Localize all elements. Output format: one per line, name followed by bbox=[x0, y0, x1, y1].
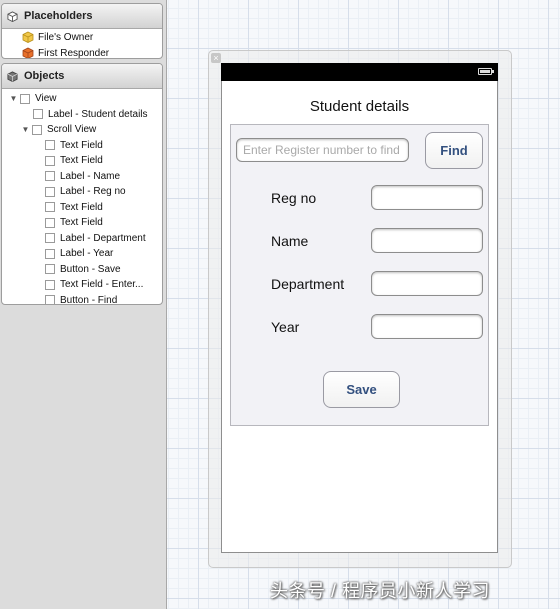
watermark: 头条号 / 程序员小新人学习 bbox=[270, 581, 491, 601]
label-object-icon bbox=[45, 171, 55, 182]
tree-item-label: Scroll View bbox=[47, 124, 97, 136]
placeholders-section: Placeholders File's Owner First Responde… bbox=[1, 3, 163, 59]
department-label[interactable]: Department bbox=[271, 276, 344, 292]
cube-icon bbox=[7, 10, 18, 22]
placeholder-label: File's Owner bbox=[38, 31, 94, 43]
label-object-icon bbox=[45, 186, 55, 197]
tree-item-view[interactable]: ▼ View bbox=[2, 91, 162, 107]
reg-no-label[interactable]: Reg no bbox=[271, 190, 316, 206]
tree-item-label: Text Field bbox=[60, 155, 103, 167]
tree-item-scroll-view[interactable]: ▼ Scroll View bbox=[2, 122, 162, 138]
tree-item-label: Text Field - Enter... bbox=[60, 279, 144, 291]
tree-item-text-field-enter[interactable]: Text Field - Enter... bbox=[2, 277, 162, 293]
objects-header[interactable]: Objects bbox=[2, 64, 162, 89]
tree-item-label: Label - Reg no bbox=[60, 186, 126, 198]
tree-item-label: Label - Student details bbox=[48, 108, 148, 120]
text-field-object-icon bbox=[45, 155, 55, 166]
scroll-view-object-icon bbox=[32, 124, 42, 135]
tree-item-label-year[interactable]: Label - Year bbox=[2, 246, 162, 262]
register-number-search-input[interactable] bbox=[236, 138, 409, 162]
objects-section: Objects ▼ View Label - Student details ▼… bbox=[1, 63, 163, 305]
first-responder-cube-icon bbox=[22, 47, 34, 58]
objects-tree: ▼ View Label - Student details ▼ Scroll … bbox=[2, 89, 162, 305]
tree-item-text-field[interactable]: Text Field bbox=[2, 153, 162, 169]
status-bar bbox=[221, 63, 498, 81]
text-field-object-icon bbox=[45, 217, 55, 228]
document-outline-panel: Placeholders File's Owner First Responde… bbox=[0, 0, 167, 609]
tree-item-label: Text Field bbox=[60, 201, 103, 213]
placeholder-first-responder[interactable]: First Responder bbox=[2, 45, 162, 59]
tree-item-button-save[interactable]: Button - Save bbox=[2, 262, 162, 278]
button-object-icon bbox=[45, 264, 55, 275]
label-object-icon bbox=[45, 233, 55, 244]
disclosure-triangle-icon[interactable]: ▼ bbox=[9, 94, 18, 103]
files-owner-cube-icon bbox=[22, 31, 34, 43]
battery-tip bbox=[492, 70, 494, 73]
find-button[interactable]: Find bbox=[425, 132, 483, 169]
tree-item-label: Text Field bbox=[60, 139, 103, 151]
department-field[interactable] bbox=[371, 271, 483, 296]
tree-item-label: Button - Save bbox=[60, 263, 121, 275]
placeholders-header[interactable]: Placeholders bbox=[2, 4, 162, 29]
text-field-object-icon bbox=[45, 202, 55, 213]
tree-item-label-reg-no[interactable]: Label - Reg no bbox=[2, 184, 162, 200]
placeholder-label: First Responder bbox=[38, 47, 110, 59]
name-label[interactable]: Name bbox=[271, 233, 308, 249]
text-field-object-icon bbox=[45, 140, 55, 151]
reg-no-field[interactable] bbox=[371, 185, 483, 210]
text-field-object-icon bbox=[45, 279, 55, 290]
save-button[interactable]: Save bbox=[323, 371, 400, 408]
year-field[interactable] bbox=[371, 314, 483, 339]
tree-item-text-field[interactable]: Text Field bbox=[2, 215, 162, 231]
disclosure-triangle-icon[interactable]: ▼ bbox=[21, 125, 30, 134]
tree-item-label: Label - Name bbox=[60, 170, 121, 182]
label-object-icon bbox=[45, 248, 55, 259]
tree-item-text-field[interactable]: Text Field bbox=[2, 138, 162, 154]
placeholders-title: Placeholders bbox=[24, 10, 93, 22]
tree-item-label: Label - Department bbox=[60, 232, 146, 244]
tree-item-label: Text Field bbox=[60, 217, 103, 229]
view-object-icon bbox=[20, 93, 30, 104]
cube-icon bbox=[7, 70, 18, 82]
name-field[interactable] bbox=[371, 228, 483, 253]
tree-item-label-department[interactable]: Label - Department bbox=[2, 231, 162, 247]
tree-item-label: Button - Find bbox=[60, 294, 118, 305]
tree-item-button-find[interactable]: Button - Find bbox=[2, 293, 162, 305]
battery-icon bbox=[478, 68, 492, 75]
tree-item-text-field[interactable]: Text Field bbox=[2, 200, 162, 216]
tree-item-label: Label - Year bbox=[60, 248, 114, 260]
student-details-title[interactable]: Student details bbox=[221, 98, 498, 115]
year-label[interactable]: Year bbox=[271, 319, 299, 335]
placeholder-files-owner[interactable]: File's Owner bbox=[2, 29, 162, 45]
tree-item-label-name[interactable]: Label - Name bbox=[2, 169, 162, 185]
tree-item-label: View bbox=[35, 93, 57, 105]
objects-title: Objects bbox=[24, 70, 65, 82]
close-icon[interactable]: × bbox=[211, 53, 221, 63]
label-object-icon bbox=[33, 109, 43, 120]
button-object-icon bbox=[45, 295, 55, 304]
tree-item-label-student-details[interactable]: Label - Student details bbox=[2, 107, 162, 123]
